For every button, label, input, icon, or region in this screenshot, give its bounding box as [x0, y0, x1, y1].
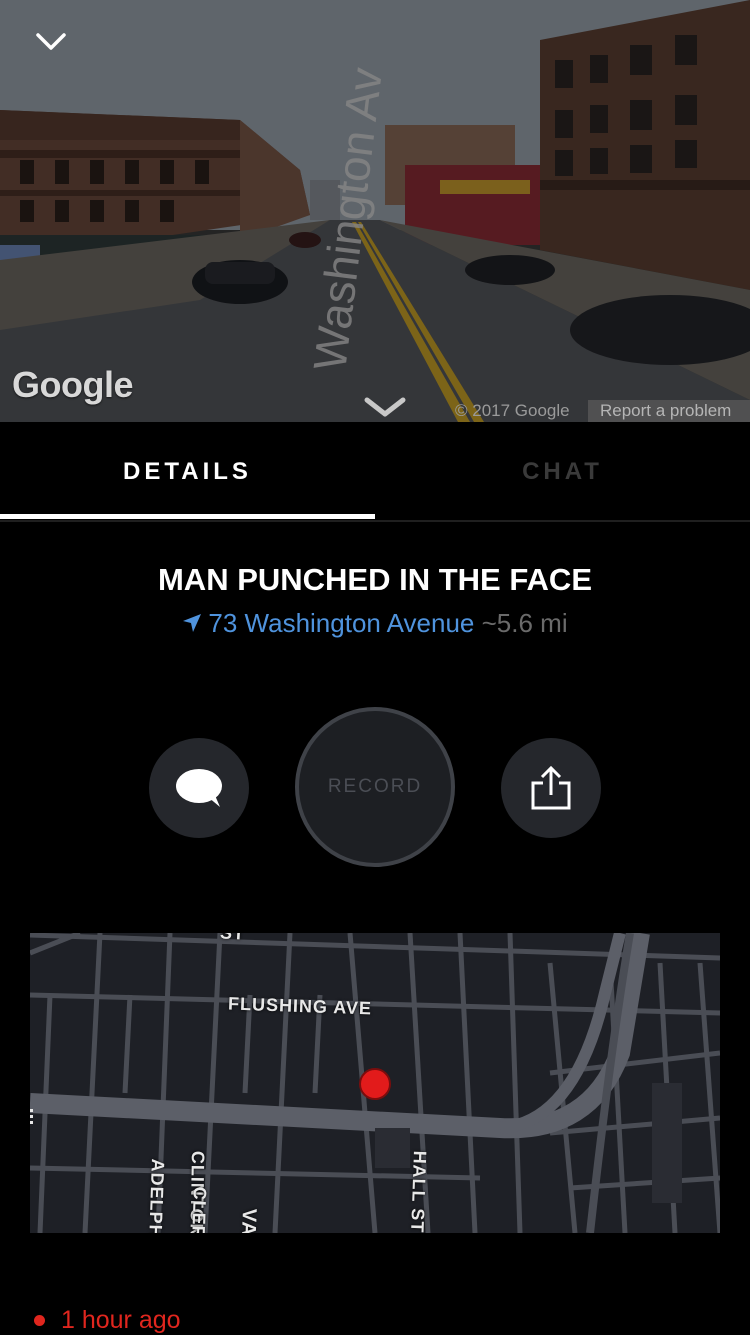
- map-street-label-top: ST: [219, 933, 246, 944]
- active-tab-indicator: [0, 514, 375, 519]
- address-text: 73 Washington Avenue: [208, 608, 475, 638]
- tab-divider: [0, 520, 750, 522]
- copyright-text: © 2017 Google: [455, 401, 570, 420]
- distance-text: ~5.6 mi: [481, 608, 568, 638]
- collapse-button[interactable]: [28, 22, 74, 62]
- timestamp-row: 1 hour ago: [34, 1306, 181, 1335]
- map-street-label-hall: HALL ST: [407, 1150, 430, 1233]
- chevron-down-icon: [36, 33, 66, 50]
- street-view-dim-overlay: [0, 0, 750, 422]
- chat-bubble-icon: [176, 769, 222, 807]
- google-logo: Google: [12, 364, 134, 405]
- record-button[interactable]: RECORD: [295, 707, 455, 867]
- incident-location-pin[interactable]: [359, 1068, 391, 1100]
- tab-bar: DETAILS CHAT: [0, 422, 750, 522]
- incident-location: 73 Washington Avenue ~5.6 mi: [0, 608, 750, 639]
- tab-details[interactable]: DETAILS: [0, 422, 375, 522]
- tab-chat[interactable]: CHAT: [375, 422, 750, 522]
- share-button[interactable]: [501, 738, 601, 838]
- timestamp-text: 1 hour ago: [61, 1306, 181, 1334]
- address-link[interactable]: 73 Washington Avenue: [182, 608, 481, 638]
- report-problem-link[interactable]: Report a problem: [588, 400, 750, 422]
- chevron-down-icon: [364, 397, 406, 417]
- share-icon: [531, 765, 571, 810]
- street-view-panorama[interactable]: Washington Av Google © 2017 Google Repor…: [0, 0, 750, 422]
- street-view-nav-arrow[interactable]: [362, 392, 408, 422]
- map-street-label-clermont: CLER: [188, 1186, 210, 1233]
- incident-map[interactable]: ST FLUSHING AVE CLINTON AVE HALL ST ADEL…: [30, 933, 720, 1233]
- navigation-arrow-icon: [183, 614, 202, 632]
- incident-title: MAN PUNCHED IN THE FACE: [157, 562, 592, 597]
- live-status-dot: [34, 1315, 45, 1326]
- map-street-label-adelphi: ADELPH: [145, 1158, 168, 1233]
- map-street-label-vanderbilt: VA: [237, 1208, 260, 1233]
- open-chat-button[interactable]: [149, 738, 249, 838]
